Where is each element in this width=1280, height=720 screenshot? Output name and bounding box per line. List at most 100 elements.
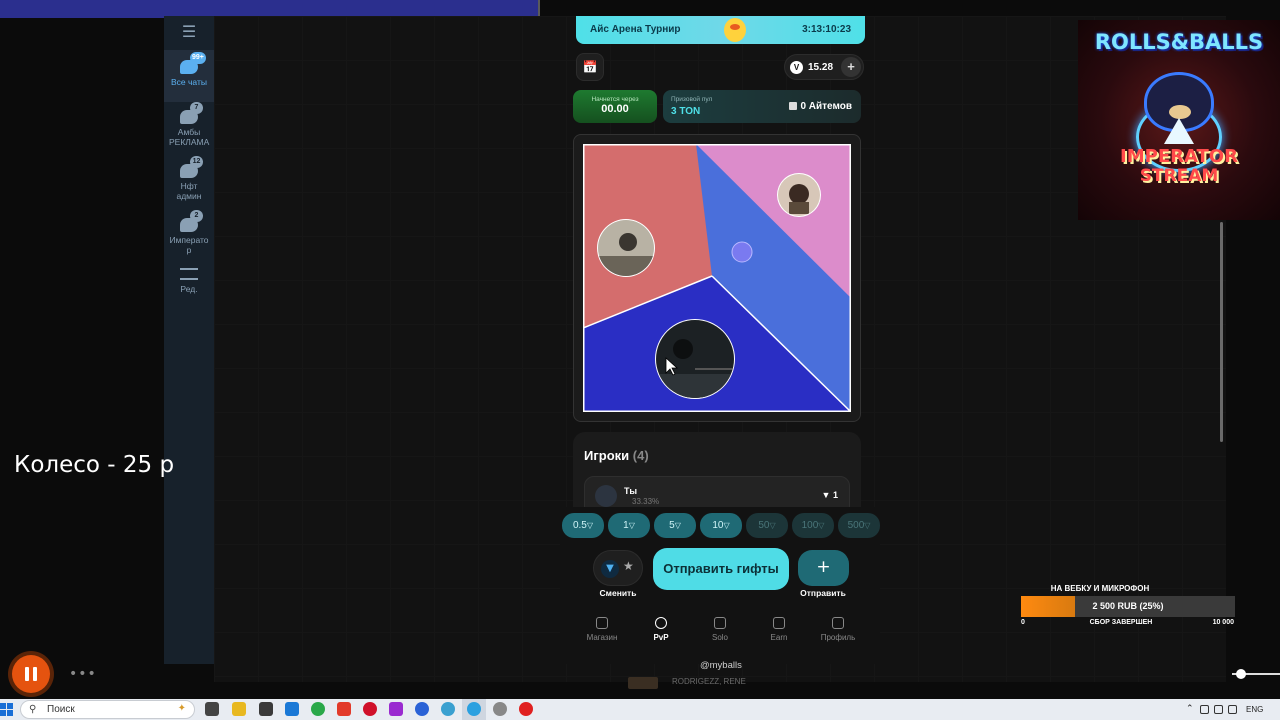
game-board[interactable]: [583, 144, 851, 412]
bet-chip-50[interactable]: 50▽: [746, 513, 788, 538]
slider-knob[interactable]: [1236, 669, 1246, 679]
players-title: Игроки (4): [584, 448, 649, 463]
ton-icon: ▽: [864, 521, 871, 530]
earn-icon: [773, 617, 785, 629]
currency-icon: V: [790, 61, 803, 74]
ball: [731, 241, 753, 263]
unread-badge: 2: [190, 210, 203, 222]
top-up-button[interactable]: +: [841, 57, 861, 77]
app-icon-spectrum[interactable]: [441, 702, 455, 716]
bet-chip-5[interactable]: 5▽: [654, 513, 696, 538]
bet-chip-0.5[interactable]: 0.5▽: [562, 513, 604, 538]
opera-icon[interactable]: [363, 702, 377, 716]
items-count: 0 Айтемов: [789, 101, 852, 112]
triangle-icon: [1164, 118, 1194, 144]
nav-label: Solo: [711, 633, 728, 642]
folder-label: Императо р: [169, 235, 209, 255]
chip-value: 500: [847, 520, 865, 531]
bet-chips: 0.5▽ 1▽ 5▽ 10▽ 50▽ 100▽ 500▽: [562, 513, 880, 539]
balance-value: 15.28: [808, 62, 834, 73]
folder-label: Ред.: [180, 284, 198, 294]
profile-icon: [832, 617, 844, 629]
scrollbar[interactable]: [1220, 222, 1223, 442]
yandex-browser-icon[interactable]: [519, 702, 533, 716]
nav-profile[interactable]: Профиль: [809, 617, 867, 642]
search-icon: ⚲: [29, 704, 37, 715]
chevron-up-icon[interactable]: ⌃: [1186, 703, 1194, 714]
donation-min: 0: [1021, 619, 1025, 626]
player-name: Ты: [624, 486, 638, 496]
app-icon-check[interactable]: [415, 702, 429, 716]
tournament-banner[interactable]: Айс Арена Турнир 3:13:10:23: [576, 16, 865, 44]
ton-icon: ▽: [628, 521, 635, 530]
nav-earn[interactable]: Earn: [750, 617, 808, 642]
outlook-icon[interactable]: [285, 702, 299, 716]
chrome-icon[interactable]: [311, 702, 325, 716]
nav-shop[interactable]: Магазин: [573, 617, 631, 642]
tray-icon[interactable]: [1200, 705, 1209, 714]
folder-label: Амбы РЕКЛАМА: [169, 127, 210, 147]
calendar-button[interactable]: 📅: [576, 53, 604, 81]
file-explorer-icon[interactable]: [232, 702, 246, 716]
swap-currency-button[interactable]: ▼ ★: [593, 550, 643, 586]
nav-solo[interactable]: Solo: [691, 617, 749, 642]
app-icon-circle[interactable]: [493, 702, 507, 716]
pause-button[interactable]: [12, 655, 50, 693]
bot-handle: @myballs: [700, 660, 742, 671]
folder-edit[interactable]: Ред.: [164, 258, 214, 310]
calendar-icon: 📅: [582, 60, 598, 74]
volume-icon[interactable]: [1228, 705, 1237, 714]
folder-ambs-ads[interactable]: 7 Амбы РЕКЛАМА: [164, 100, 214, 152]
player-bet: ▼ 1: [822, 490, 838, 500]
sliders-icon: [180, 268, 198, 280]
chip-value: 100: [801, 520, 819, 531]
bet-chip-500[interactable]: 500▽: [838, 513, 880, 538]
yandex-icon[interactable]: [337, 702, 351, 716]
windows-start-icon[interactable]: [0, 703, 14, 717]
more-options-icon[interactable]: •••: [69, 666, 97, 682]
language-indicator[interactable]: ENG: [1246, 705, 1263, 714]
donation-max: 10 000: [1212, 619, 1234, 626]
unread-badge: 12: [190, 156, 203, 168]
peek-text: RODRIGEZZ, RENE: [672, 677, 746, 686]
bet-chip-100[interactable]: 100▽: [792, 513, 834, 538]
star-icon: ★: [623, 559, 634, 573]
folder-imperator[interactable]: 2 Императо р: [164, 208, 214, 260]
logo-title: ROLLS&BALLS: [1094, 30, 1264, 54]
taskbar-search[interactable]: ⚲ Поиск ✦: [20, 700, 195, 719]
shop-icon: [596, 617, 608, 629]
balance-pill: V 15.28 +: [784, 54, 864, 80]
send-gifts-button[interactable]: Отправить гифты: [653, 548, 789, 590]
store-icon[interactable]: [259, 702, 273, 716]
starts-value: 00.00: [601, 103, 629, 115]
nav-pvp[interactable]: PvP: [632, 617, 690, 642]
tournament-name: Айс Арена Турнир: [590, 24, 681, 35]
pvp-icon: [655, 617, 667, 629]
wheel-price-text: Колесо - 25 р: [14, 452, 175, 478]
bet-chip-10[interactable]: 10▽: [700, 513, 742, 538]
folder-all-chats[interactable]: 99+ Все чаты: [164, 50, 214, 102]
task-view-icon[interactable]: [205, 702, 219, 716]
chip-value: 10: [712, 520, 724, 531]
hamburger-menu-icon[interactable]: ☰: [164, 20, 214, 42]
taskbar: ⚲ Поиск ✦ ⌃ ENG: [0, 699, 1280, 720]
folder-label: Нфт админ: [176, 181, 202, 201]
pool-value: 3 TON: [671, 106, 701, 117]
avatar: [595, 485, 617, 507]
folder-nft-admin[interactable]: 12 Нфт админ: [164, 154, 214, 206]
starts-label: Начнется через: [591, 96, 639, 103]
swap-label: Сменить: [599, 588, 637, 598]
ton-icon: ▽: [818, 521, 825, 530]
bet-chip-1[interactable]: 1▽: [608, 513, 650, 538]
telegram-folder-sidebar: ☰ 99+ Все чаты 7 Амбы РЕКЛАМА 12 Нфт адм…: [164, 16, 214, 664]
telegram-icon[interactable]: [467, 702, 481, 716]
app-icon-p[interactable]: [389, 702, 403, 716]
duck-mascot-icon: [724, 18, 746, 42]
wifi-icon[interactable]: [1214, 705, 1223, 714]
player-percent: 33.33%: [632, 497, 660, 506]
unread-badge: 99+: [190, 52, 206, 64]
donation-title: НА ВЕБКУ И МИКРОФОН: [1050, 584, 1150, 593]
ton-icon: ▽: [723, 521, 730, 530]
pool-label: Призовой пул: [671, 96, 713, 103]
send-plus-button[interactable]: +: [798, 550, 849, 586]
